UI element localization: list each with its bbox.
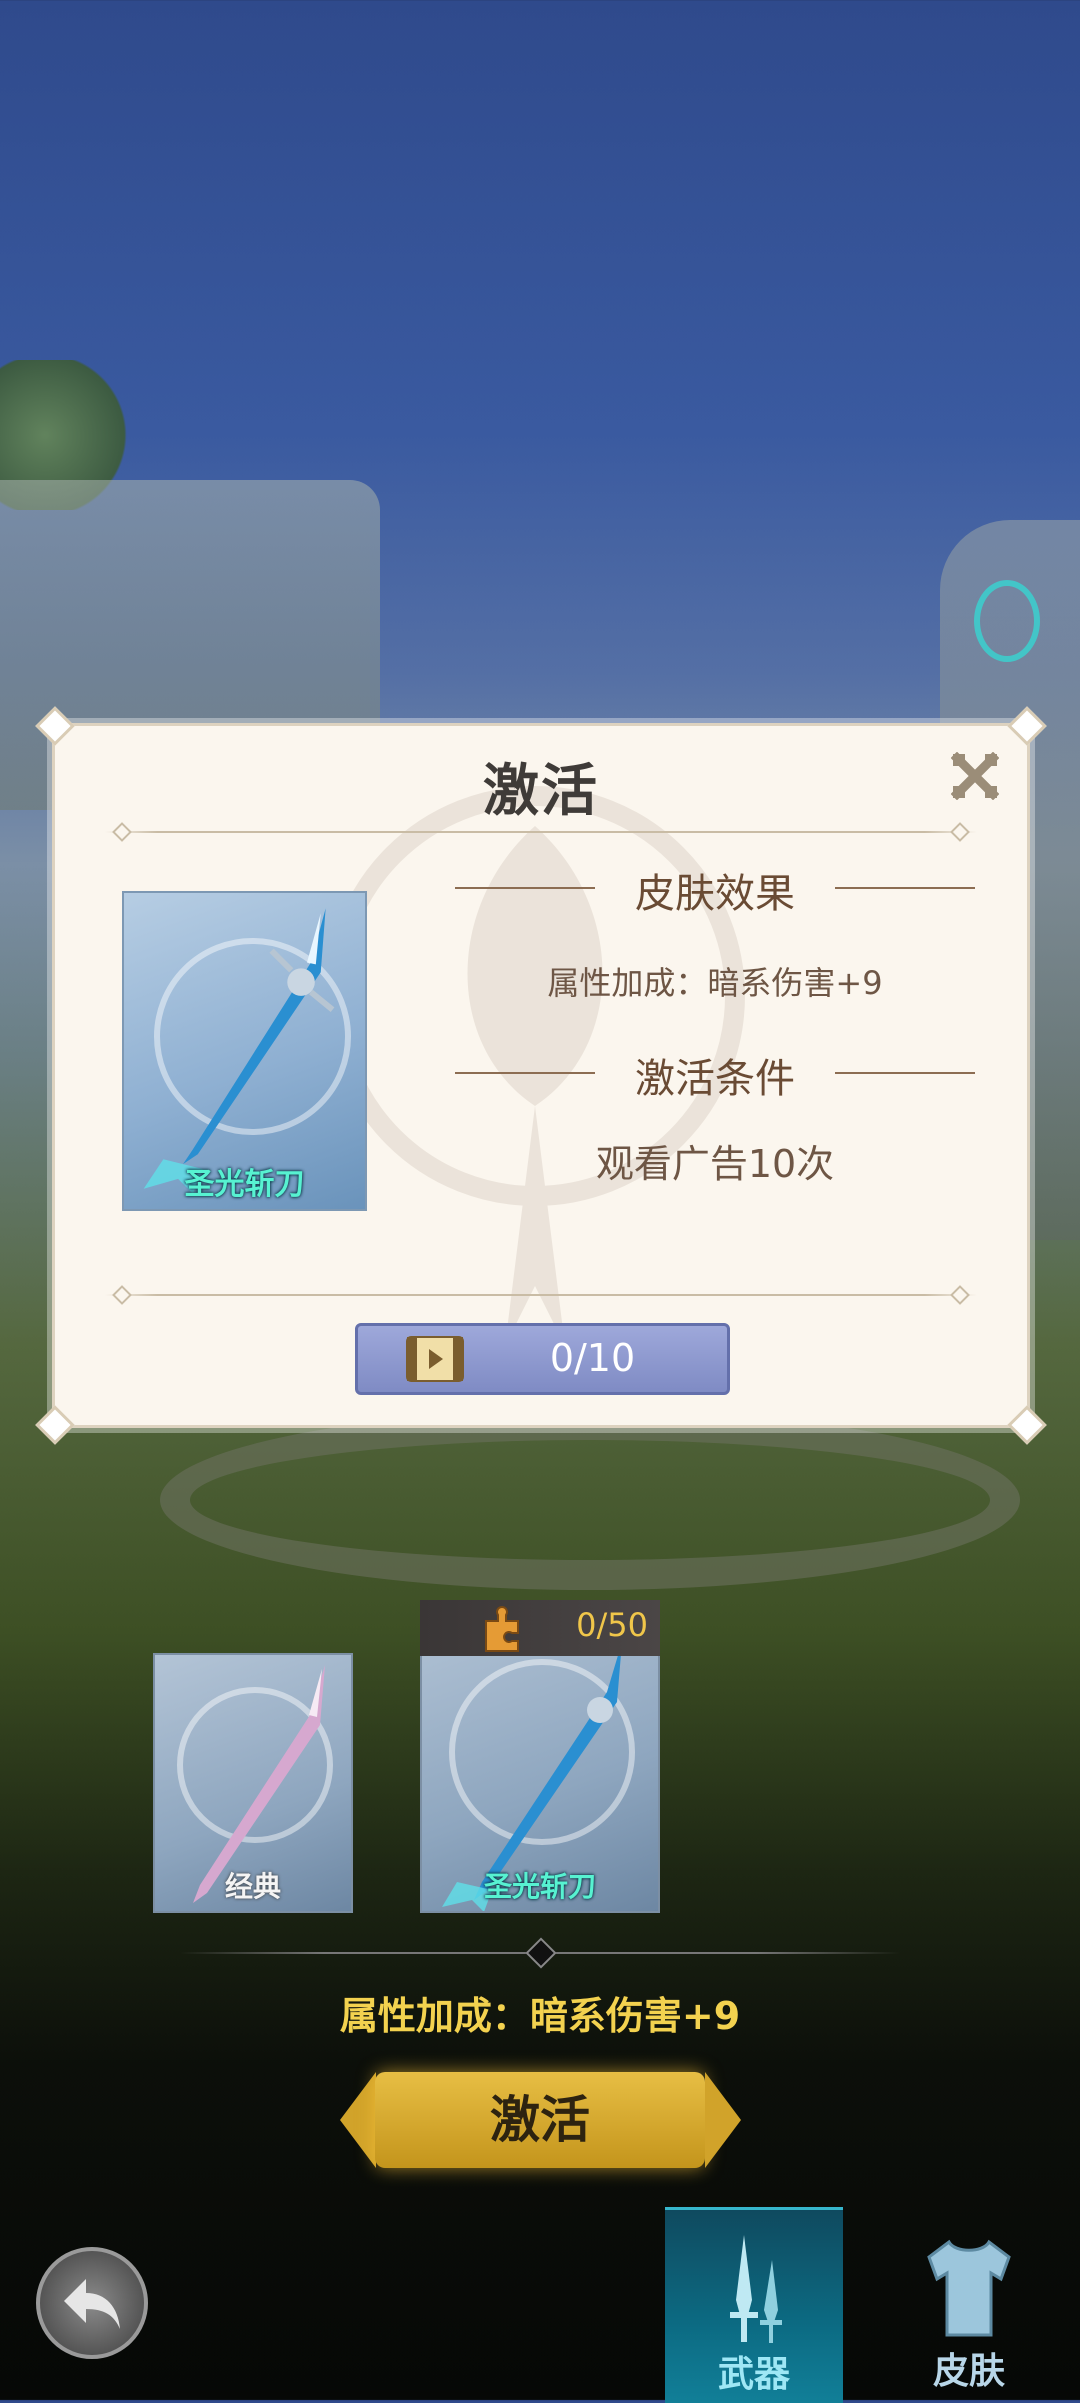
shirt-icon [927, 2239, 1011, 2337]
divider-gem [525, 1937, 557, 1969]
condition-text: 观看广告10次 [595, 1142, 835, 1186]
close-icon[interactable] [951, 752, 999, 800]
tab-skin-label: 皮肤 [932, 2351, 1005, 2392]
dialog-corner-ornament [35, 1405, 75, 1445]
condition-header-label: 激活条件 [635, 1056, 795, 1102]
tab-weapon[interactable]: 武器 [665, 2207, 843, 2403]
activate-button[interactable]: 激活 [375, 2072, 705, 2168]
back-button[interactable] [36, 2247, 148, 2359]
back-arrow-icon [64, 2279, 120, 2329]
fragment-progress-bar: 0/50 [420, 1600, 660, 1656]
header-line [835, 887, 975, 889]
watch-ad-progress-button[interactable]: 0/10 [355, 1323, 730, 1395]
activate-dialog: 激活 圣光斩刀 皮肤效果 属性加成：暗系伤害+9 激活条件 观看广告10次 0/… [35, 706, 1047, 1445]
activate-arrow-left [340, 2072, 376, 2168]
puzzle-fragment-icon [485, 1606, 519, 1652]
skin-preview-card: 圣光斩刀 [122, 891, 367, 1211]
dialog-corner-ornament [1007, 1405, 1047, 1445]
tab-skin[interactable]: 皮肤 [880, 2207, 1058, 2400]
background-glow-rune [974, 580, 1040, 662]
dialog-title: 激活 [483, 759, 599, 824]
activate-arrow-right [705, 2072, 741, 2168]
skin-thumb-label: 圣光斩刀 [483, 1870, 596, 1903]
header-line [455, 1072, 595, 1074]
video-icon [406, 1336, 464, 1382]
ad-progress-text: 0/10 [549, 1336, 636, 1380]
skin-thumb-classic[interactable]: 经典 [153, 1653, 353, 1913]
dialog-divider [105, 1294, 977, 1296]
attribute-bonus-text: 属性加成：暗系伤害+9 [339, 1994, 741, 2038]
effect-text: 属性加成：暗系伤害+9 [547, 964, 883, 1002]
effect-section-header: 皮肤效果 [455, 861, 975, 919]
background-stone-circle [160, 1410, 1020, 1590]
skin-card-name: 圣光斩刀 [184, 1167, 305, 1202]
condition-section-header: 激活条件 [455, 1046, 975, 1104]
header-line [835, 1072, 975, 1074]
fragment-count: 0/50 [576, 1606, 648, 1644]
section-divider [180, 1937, 900, 1969]
effect-header-label: 皮肤效果 [635, 871, 795, 917]
header-line [455, 887, 595, 889]
weapon-swords-icon [730, 2235, 782, 2343]
skin-thumb-label: 经典 [224, 1870, 281, 1903]
tab-weapon-label: 武器 [717, 2354, 790, 2395]
dialog-divider [105, 831, 977, 833]
